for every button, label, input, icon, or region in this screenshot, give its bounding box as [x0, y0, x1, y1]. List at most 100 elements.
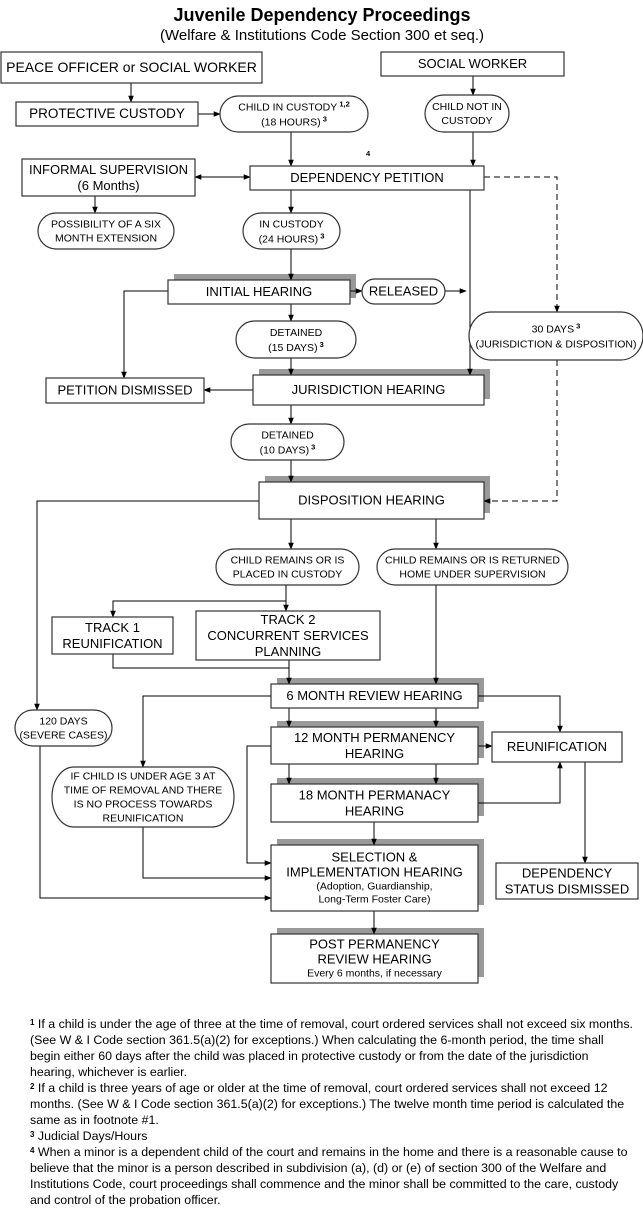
- jurisdiction-hearing-label: JURISDICTION HEARING: [292, 382, 446, 397]
- child-in-custody-label: (18 HOURS) 3: [261, 115, 327, 129]
- footnote-ref: 1,2: [337, 100, 350, 109]
- edge-initial-to-dismissed: [121, 290, 168, 379]
- dependency-petition-node: DEPENDENCY PETITION: [249, 165, 485, 191]
- reunification-label: REUNIFICATION: [507, 739, 607, 754]
- detained-10-label: DETAINED: [261, 430, 314, 442]
- child-returned-home-label: HOME UNDER SUPERVISION: [399, 569, 545, 581]
- footnote-ref: 3: [309, 443, 315, 452]
- six-month-extension-label: POSSIBILITY OF A SIX: [51, 219, 161, 231]
- informal-supervision-label: (6 Months): [77, 178, 139, 193]
- thirty-days-node: 30 DAYS 3 (JURISDICTION & DISPOSITION): [468, 311, 643, 361]
- post-permanency-label: REVIEW HEARING: [317, 952, 431, 967]
- thirty-days-label: (JURISDICTION & DISPOSITION): [475, 339, 636, 351]
- footnote-4: 4 When a minor is a dependent child of t…: [30, 1145, 628, 1207]
- selection-label: SELECTION &: [332, 850, 418, 865]
- detained-10-label: (10 DAYS) 3: [260, 443, 316, 457]
- twelve-month-node: 12 MONTH PERMANENCYHEARING: [270, 726, 479, 765]
- footnote-ref: 3: [574, 322, 580, 331]
- child-placed-custody-node: CHILD REMAINS OR IS PLACED IN CUSTODY: [215, 548, 360, 586]
- in-custody-24-label: (24 HOURS) 3: [259, 232, 325, 246]
- twelve-month-label: 12 MONTH PERMANENCY: [294, 730, 455, 745]
- disposition-hearing-node: DISPOSITION HEARING: [258, 481, 485, 520]
- page-subtitle: (Welfare & Institutions Code Section 300…: [160, 27, 484, 44]
- released-label: RELEASED: [369, 284, 438, 299]
- track2-label: TRACK 2: [261, 612, 316, 627]
- child-not-in-custody-label: CHILD NOT IN: [432, 101, 502, 113]
- edge-12month-to-selection: [246, 745, 272, 866]
- dependency-dismissed-label: DEPENDENCY: [522, 866, 613, 881]
- initial-hearing-label: INITIAL HEARING: [206, 284, 312, 299]
- child-placed-custody-label: CHILD REMAINS OR IS: [231, 555, 345, 567]
- child-placed-custody-label: PLACED IN CUSTODY: [233, 569, 343, 581]
- twelve-month-label: HEARING: [345, 746, 404, 761]
- track2-label: CONCURRENT SERVICES: [207, 628, 369, 643]
- child-not-in-custody-node: CHILD NOT IN CUSTODY: [424, 94, 510, 133]
- six-month-review-node: 6 MONTH REVIEW HEARING: [270, 683, 479, 709]
- petition-footnote-ref: 4: [366, 149, 371, 158]
- in-custody-24-label: IN CUSTODY: [259, 219, 324, 231]
- reunification-node: REUNIFICATION: [491, 731, 623, 763]
- one-twenty-days-node: 120 DAYS (SEVERE CASES): [14, 709, 113, 747]
- eighteen-month-label: HEARING: [345, 804, 404, 819]
- child-returned-home-node: CHILD REMAINS OR IS RETURNED HOME UNDER S…: [376, 548, 569, 586]
- track2-label: PLANNING: [255, 644, 321, 659]
- dependency-dismissed-node: DEPENDENCYSTATUS DISMISSED: [495, 862, 639, 900]
- informal-supervision-label: INFORMAL SUPERVISION: [29, 162, 188, 177]
- edge-6month-to-under3: [140, 695, 271, 768]
- track1-label: REUNIFICATION: [62, 636, 162, 651]
- initial-hearing-node: INITIAL HEARING: [167, 279, 351, 305]
- detained-15-node: DETAINED(15 DAYS) 3: [235, 320, 357, 359]
- detained-15-label: DETAINED: [270, 327, 323, 339]
- petition-dismissed-label: PETITION DISMISSED: [57, 383, 192, 398]
- page-title: Juvenile Dependency Proceedings: [173, 5, 470, 25]
- six-month-extension-node: POSSIBILITY OF A SIX MONTH EXTENSION: [37, 212, 175, 250]
- six-month-extension-label: MONTH EXTENSION: [55, 233, 157, 245]
- disposition-hearing-label: DISPOSITION HEARING: [298, 493, 445, 508]
- peace-officer-label: PEACE OFFICER or SOCIAL WORKER: [6, 59, 257, 75]
- under-age-3-label: REUNIFICATION: [103, 813, 184, 825]
- protective-custody-label: PROTECTIVE CUSTODY: [29, 106, 185, 121]
- six-month-review-label: 6 MONTH REVIEW HEARING: [286, 688, 462, 703]
- child-returned-home-label: CHILD REMAINS OR IS RETURNED: [385, 555, 560, 567]
- jurisdiction-hearing-node: JURISDICTION HEARING: [252, 374, 485, 406]
- detained-10-node: DETAINED(10 DAYS) 3: [230, 423, 345, 461]
- edge-disposition-to-120days: [34, 500, 259, 711]
- one-twenty-days-label: 120 DAYS: [39, 716, 87, 728]
- footnote-ref: 3: [318, 232, 324, 241]
- one-twenty-days-label: (SEVERE CASES): [19, 730, 107, 742]
- detained-15-label: (15 DAYS) 3: [268, 340, 324, 354]
- peace-officer-node: PEACE OFFICER or SOCIAL WORKER: [0, 51, 263, 84]
- flowchart: Juvenile Dependency Proceedings (Welfare…: [0, 5, 643, 984]
- thirty-days-label: 30 DAYS 3: [532, 322, 581, 336]
- under-age-3-node: IF CHILD IS UNDER AGE 3 AT TIME OF REMOVA…: [51, 766, 235, 828]
- selection-label: IMPLEMENTATION HEARING: [286, 865, 462, 880]
- edge-petition-to-30days: [484, 176, 560, 313]
- dependency-petition-label: DEPENDENCY PETITION: [290, 170, 444, 185]
- selection-node: SELECTION &IMPLEMENTATION HEARING(Adopti…: [270, 844, 479, 912]
- footnote-ref: 3: [321, 115, 327, 124]
- in-custody-24-node: IN CUSTODY(24 HOURS) 3: [242, 212, 341, 250]
- track1-label: TRACK 1: [85, 620, 140, 635]
- eighteen-month-node: 18 MONTH PERMANACYHEARING: [270, 783, 479, 823]
- post-permanency-label: POST PERMANENCY: [309, 937, 440, 952]
- child-in-custody-node: CHILD IN CUSTODY 1,2(18 HOURS) 3: [219, 95, 369, 133]
- post-permanency-label: Every 6 months, if necessary: [307, 968, 443, 980]
- footnote-3: 3 Judicial Days/Hours: [30, 1129, 148, 1143]
- informal-supervision-node: INFORMAL SUPERVISION(6 Months): [21, 158, 196, 197]
- protective-custody-node: PROTECTIVE CUSTODY: [15, 101, 199, 127]
- under-age-3-label: IS NO PROCESS TOWARDS: [74, 799, 213, 811]
- edge-under3-to-selection: [142, 827, 272, 881]
- selection-label: (Adoption, Guardianship,: [316, 881, 432, 893]
- footnotes: 1 If a child is under the age of three a…: [30, 1016, 635, 1208]
- track1-node: TRACK 1REUNIFICATION: [51, 616, 174, 655]
- selection-label: Long-Term Foster Care): [318, 894, 430, 906]
- thirty-days-box: [468, 311, 643, 361]
- edge-30days-to-disposition: [483, 360, 558, 504]
- child-not-in-custody-label: CUSTODY: [441, 115, 492, 127]
- social-worker-node: SOCIAL WORKER: [380, 51, 565, 77]
- eighteen-month-label: 18 MONTH PERMANACY: [299, 788, 451, 803]
- edge-6month-to-reunification: [478, 695, 563, 733]
- social-worker-label: SOCIAL WORKER: [418, 56, 527, 71]
- under-age-3-label: TIME OF REMOVAL AND THERE: [64, 785, 223, 797]
- footnote-1: 1 If a child is under the age of three a…: [30, 1017, 633, 1079]
